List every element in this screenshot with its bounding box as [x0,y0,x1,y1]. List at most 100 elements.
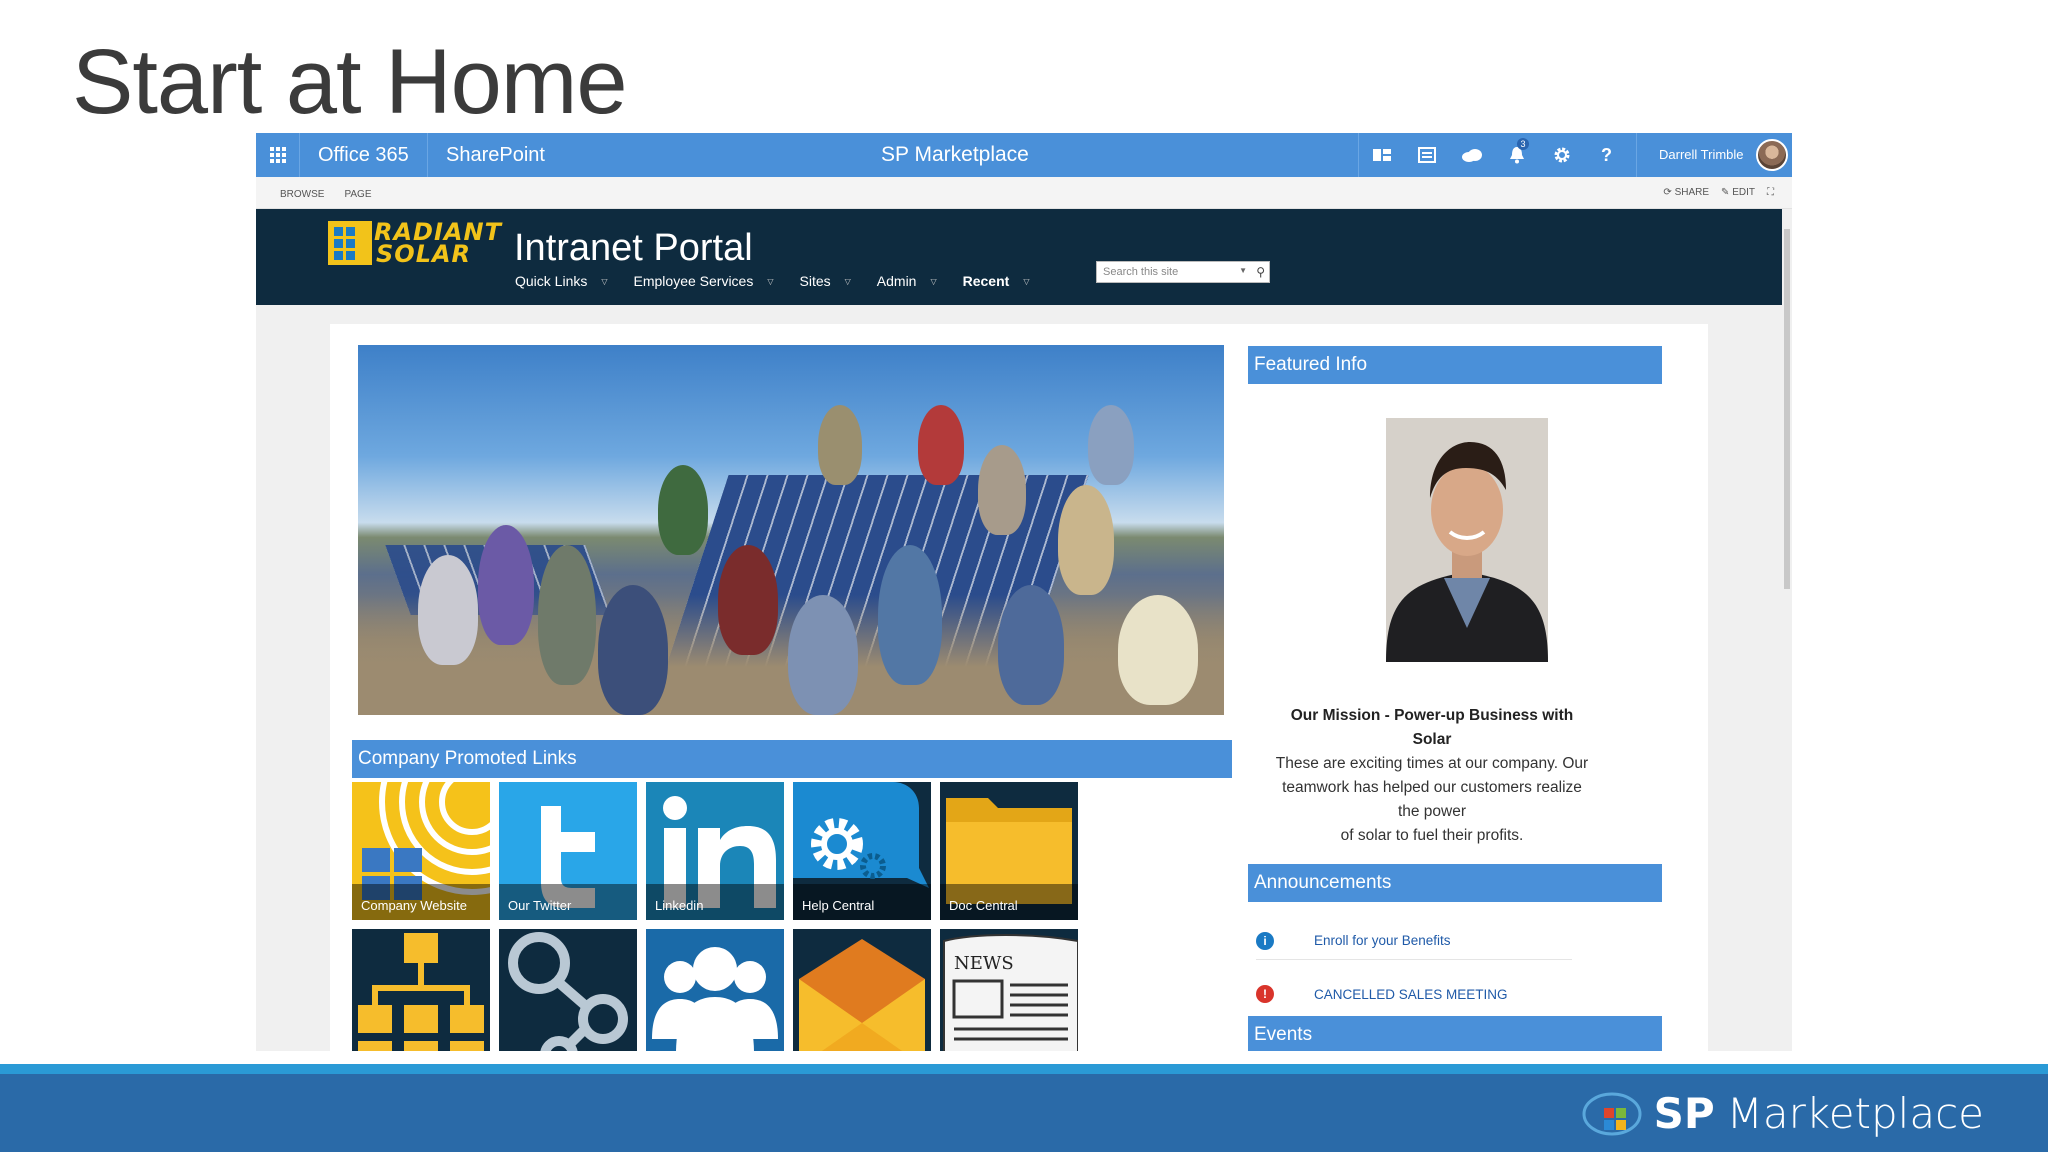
logo-text: RADIANT SOLAR [374,218,502,268]
sp-marketplace-icon [1578,1088,1642,1138]
announcement-link[interactable]: CANCELLED SALES MEETING [1314,987,1508,1002]
featured-person-photo [1386,418,1548,662]
tile-label: Doc Central [940,884,1078,920]
radiant-solar-logo[interactable]: RADIANT SOLAR [328,220,501,271]
sp-marketplace-logo: SP Marketplace [1578,1088,1984,1138]
caret-down-icon: ▽ [767,276,774,286]
scrollbar-thumb[interactable] [1784,229,1790,589]
mission-line: of solar to fuel their profits. [1340,827,1524,844]
promoted-links-tiles: Company Website Our Twitter Linkedin Hel… [352,782,1078,1051]
pencil-icon: ✎ [1721,187,1730,198]
nav-employee-services[interactable]: Employee Services ▽ [634,273,774,289]
user-name: Darrell Trimble [1659,147,1744,162]
brand-name: Marketplace [1726,1088,1984,1138]
site-title[interactable]: Intranet Portal [514,227,753,270]
nav-recent[interactable]: Recent ▽ [963,273,1030,289]
tile-help-central[interactable]: Help Central [793,782,931,920]
brand-sp: SP [1653,1088,1715,1138]
cloud-icon [1461,149,1482,162]
alert-icon: ! [1256,985,1274,1003]
announcement-link[interactable]: Enroll for your Benefits [1314,933,1451,948]
site-header: RADIANT SOLAR Intranet Portal Quick Link… [256,209,1782,305]
waffle-icon [269,147,286,163]
notification-badge: 3 [1517,138,1529,150]
focus-content-button[interactable]: ⛶ [1767,187,1774,198]
tile-doc-central[interactable]: Doc Central [940,782,1078,920]
tile-newsletter[interactable] [793,929,931,1051]
logo-mark [328,221,372,265]
slide-title: Start at Home [72,31,628,133]
office365-link[interactable]: Office 365 [300,133,428,177]
svg-text:NEWS: NEWS [954,953,1014,974]
announcement-item[interactable]: i Enroll for your Benefits [1256,922,1572,960]
help-icon: ? [1601,144,1612,165]
suite-bar: Office 365 SharePoint SP Marketplace 3 ?… [256,133,1792,177]
newsfeed-button[interactable] [1359,133,1404,177]
mission-title: Our Mission - Power-up Business with Sol… [1290,707,1574,748]
slide: Start at Home Office 365 SharePoint SP M… [0,0,2048,1152]
newspaper-icon: NEWS [940,929,1078,1051]
sharepoint-screenshot: Office 365 SharePoint SP Marketplace 3 ?… [256,133,1792,1051]
sharepoint-link[interactable]: SharePoint [446,133,545,177]
share-button[interactable]: ⟳ SHARE [1663,187,1709,198]
nav-sites[interactable]: Sites ▽ [800,273,851,289]
caret-down-icon: ▽ [844,276,851,286]
tab-page[interactable]: PAGE [344,189,371,200]
notifications-button[interactable]: 3 [1494,133,1539,177]
mission-text: Our Mission - Power-up Business with Sol… [1271,704,1593,848]
tile-label: Linkedin [646,884,784,920]
caret-down-icon: ▽ [930,276,937,286]
top-navigation: Quick Links ▽ Employee Services ▽ Sites ▽ A… [515,273,1055,289]
nav-quick-links[interactable]: Quick Links ▽ [515,273,608,289]
edit-button[interactable]: ✎ EDIT [1721,187,1755,198]
nav-admin[interactable]: Admin ▽ [877,273,937,289]
mission-line: These are exciting times at our company.… [1275,755,1589,772]
user-menu[interactable]: Darrell Trimble [1636,133,1792,177]
document-icon [1417,147,1436,163]
ribbon: BROWSE PAGE ⟳ SHARE ✎ EDIT ⛶ [256,177,1792,209]
tile-industry-news[interactable]: NEWS [940,929,1078,1051]
suite-title: SP Marketplace [881,143,1029,166]
envelope-icon [799,939,925,1051]
footer-stripe [0,1064,2048,1074]
suite-icons: 3 ? [1358,133,1629,177]
hero-team-photo [358,345,1224,715]
featured-info-header: Featured Info [1248,346,1662,384]
search-icon[interactable]: ⚲ [1256,265,1265,279]
onedrive-button[interactable] [1449,133,1494,177]
caret-down-icon: ▽ [1023,276,1030,286]
tile-label: Company Website [352,884,490,920]
gear-icon [1554,147,1569,163]
org-chart-icon [358,933,484,1051]
search-input[interactable]: Search this site ▼ ⚲ [1096,261,1270,283]
fullscreen-icon: ⛶ [1767,187,1774,198]
tile-label: Our Twitter [499,884,637,920]
caret-down-icon: ▽ [601,276,608,286]
tile-linkedin[interactable]: Linkedin [646,782,784,920]
tile-our-twitter[interactable]: Our Twitter [499,782,637,920]
tab-browse[interactable]: BROWSE [280,189,324,200]
tile-people[interactable] [646,929,784,1051]
announcements-header: Announcements [1248,864,1662,902]
help-button[interactable]: ? [1584,133,1629,177]
people-icon [652,947,778,1051]
tile-org-chart[interactable] [352,929,490,1051]
portrait-image [1386,418,1548,662]
share-icon: ⟳ [1663,187,1672,198]
app-launcher-button[interactable] [256,133,300,177]
avatar[interactable] [1756,139,1788,171]
events-header: Events [1248,1016,1662,1051]
promoted-links-header: Company Promoted Links [352,740,1232,778]
tile-company-website[interactable]: Company Website [352,782,490,920]
tile-erp[interactable] [499,929,637,1051]
tile-label: Help Central [793,884,931,920]
newsfeed-icon [1372,149,1391,161]
search-scope-dropdown-icon[interactable]: ▼ [1239,266,1247,275]
info-icon: i [1256,931,1274,950]
page-scrollbar[interactable] [1782,209,1792,1051]
mission-line: teamwork has helped our customers realiz… [1282,779,1582,820]
settings-button[interactable] [1539,133,1584,177]
announcement-item[interactable]: ! CANCELLED SALES MEETING [1256,975,1572,1013]
share-network-icon [508,932,628,1051]
onedrive-docs-button[interactable] [1404,133,1449,177]
